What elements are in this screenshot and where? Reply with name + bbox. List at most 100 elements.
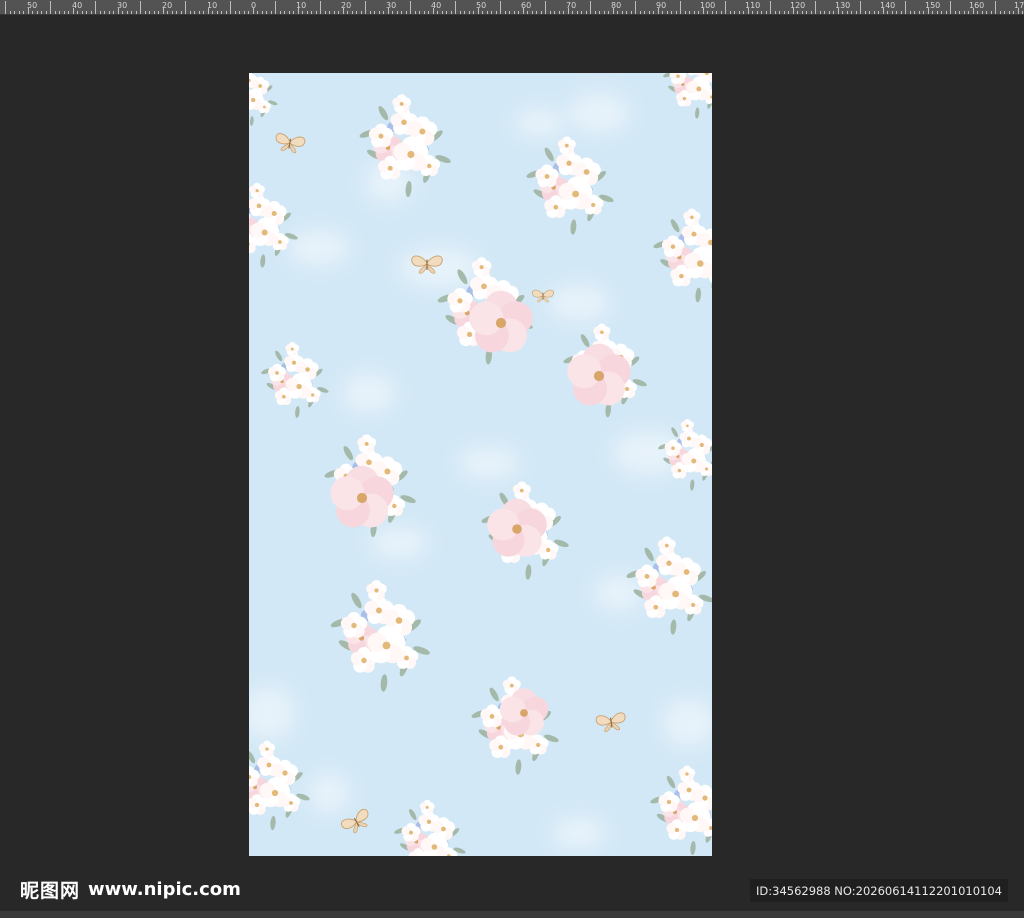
ruler-tick — [482, 11, 483, 14]
ruler-tick — [635, 1, 636, 14]
ruler-tick — [487, 11, 488, 14]
ruler-tick — [532, 11, 533, 14]
ruler-tick — [172, 11, 173, 14]
ruler-tick — [91, 11, 92, 14]
ruler-tick — [968, 11, 969, 14]
ruler-tick — [113, 11, 114, 14]
ruler-tick — [631, 11, 632, 14]
image-id-label: ID:34562988 NO:20260614112201010104 — [750, 879, 1008, 902]
ruler-tick — [928, 8, 929, 14]
ruler-tick — [419, 11, 420, 14]
ruler-tick — [239, 11, 240, 14]
ruler-tick — [185, 1, 186, 14]
ruler-tick — [370, 11, 371, 14]
ruler-tick — [973, 8, 974, 14]
ruler-tick — [275, 1, 276, 14]
ruler-tick — [307, 11, 308, 14]
ruler-tick — [914, 11, 915, 14]
ruler-tick — [64, 11, 65, 14]
ruler-tick — [766, 11, 767, 14]
ruler-tick — [505, 11, 506, 14]
ruler-tick — [32, 11, 33, 14]
ruler-tick — [415, 11, 416, 14]
ruler-tick — [284, 11, 285, 14]
ruler-tick — [653, 11, 654, 14]
ruler-tick — [1004, 11, 1005, 14]
ruler-tick — [122, 11, 123, 14]
ruler-tick — [887, 11, 888, 14]
ruler-tick — [959, 11, 960, 14]
ruler-tick — [550, 11, 551, 14]
horizontal-ruler[interactable]: 50 40 30 20 10 0 10 20 30 40 50 60 70 80… — [0, 0, 1024, 15]
ruler-tick — [14, 11, 15, 14]
bottom-scroll-strip[interactable] — [0, 911, 1024, 918]
ruler-tick — [851, 11, 852, 14]
ruler-tick — [613, 8, 614, 14]
ruler-tick — [406, 11, 407, 14]
ruler-tick — [46, 11, 47, 14]
ruler-tick — [541, 11, 542, 14]
ruler-tick — [19, 11, 20, 14]
ruler-tick — [266, 11, 267, 14]
ruler-tick — [892, 11, 893, 14]
ruler-tick — [950, 1, 951, 14]
ruler-tick — [617, 11, 618, 14]
ruler-tick — [131, 11, 132, 14]
ruler-tick — [716, 11, 717, 14]
ruler-tick — [707, 11, 708, 14]
ruler-tick — [262, 11, 263, 14]
ruler-tick — [536, 11, 537, 14]
ruler-tick — [604, 11, 605, 14]
ruler-tick — [181, 11, 182, 14]
ruler-tick — [1018, 8, 1019, 14]
site-name: 昵图网 — [20, 879, 81, 902]
ruler-tick — [1009, 11, 1010, 14]
ruler-tick — [658, 8, 659, 14]
ruler-tick — [1000, 11, 1001, 14]
ruler-tick — [919, 11, 920, 14]
ruler-tick — [167, 11, 168, 14]
ruler-tick — [401, 11, 402, 14]
ruler-tick — [356, 11, 357, 14]
ruler-tick — [136, 11, 137, 14]
ruler-tick — [455, 1, 456, 14]
ruler-tick — [212, 11, 213, 14]
ruler-tick — [725, 1, 726, 14]
ruler-tick — [590, 1, 591, 14]
ruler-tick — [883, 8, 884, 14]
ruler-tick — [500, 1, 501, 14]
ruler-tick — [527, 11, 528, 14]
ruler-tick — [109, 11, 110, 14]
ruler-tick — [581, 11, 582, 14]
ruler-tick — [325, 11, 326, 14]
ruler-tick — [50, 1, 51, 14]
ruler-tick — [10, 11, 11, 14]
ruler-tick — [55, 11, 56, 14]
ruler-tick — [752, 11, 753, 14]
document-canvas[interactable] — [249, 73, 712, 856]
ruler-tick — [158, 11, 159, 14]
ruler-tick — [460, 11, 461, 14]
ruler-tick — [559, 11, 560, 14]
ruler-tick — [694, 11, 695, 14]
ruler-tick — [995, 1, 996, 14]
ruler-tick — [946, 11, 947, 14]
ruler-tick — [662, 11, 663, 14]
ruler-tick — [680, 1, 681, 14]
ruler-tick — [842, 11, 843, 14]
ruler-tick — [640, 11, 641, 14]
ruler-tick — [554, 11, 555, 14]
ruler-tick — [293, 11, 294, 14]
ruler-tick — [761, 11, 762, 14]
ruler-tick — [802, 11, 803, 14]
ruler-tick — [743, 11, 744, 14]
ruler-tick — [586, 11, 587, 14]
ruler-label: 170 — [1014, 1, 1024, 10]
floral-pattern-artwork — [249, 73, 712, 856]
ruler-tick — [442, 11, 443, 14]
ruler-tick — [257, 11, 258, 14]
ruler-tick — [545, 1, 546, 14]
ruler-tick — [379, 11, 380, 14]
ruler-tick — [518, 11, 519, 14]
ruler-tick — [784, 11, 785, 14]
